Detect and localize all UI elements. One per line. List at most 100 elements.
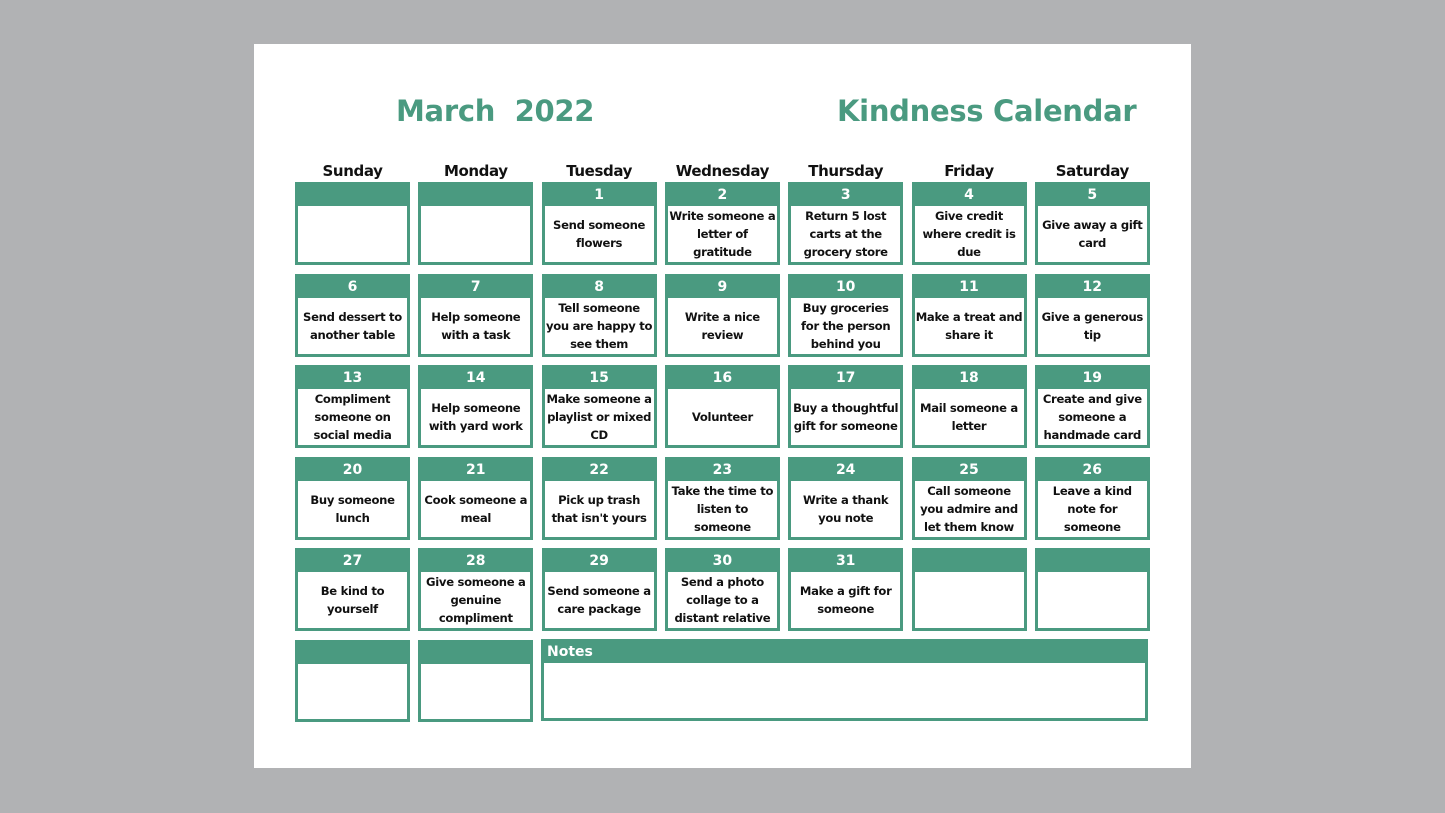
day-number: 7 xyxy=(421,276,531,298)
day-cell[interactable]: 29 Send someone a care package xyxy=(541,548,657,631)
day-number: 1 xyxy=(544,185,654,206)
kindness-activity xyxy=(1038,572,1147,628)
kindness-activity: Buy a thoughtful gift for someone xyxy=(793,401,899,433)
notes-box[interactable]: Notes xyxy=(541,639,1148,721)
day-cell[interactable]: 7 Help someone with a task xyxy=(418,273,534,357)
day-cell[interactable]: 8 Tell someone you are happy to see them xyxy=(541,273,657,357)
kindness-activity: Buy someone lunch xyxy=(310,492,395,525)
day-cell[interactable] xyxy=(418,182,534,265)
day-number: 19 xyxy=(1037,368,1147,389)
kindness-activity: Give away a gift card xyxy=(1042,218,1143,250)
day-cell[interactable]: 20 Buy someone lunch xyxy=(295,456,410,540)
day-number: 27 xyxy=(298,551,407,572)
day-cell[interactable]: 27 Be kind to yourself xyxy=(295,548,410,631)
day-number: 25 xyxy=(914,459,1024,481)
day-number: 26 xyxy=(1037,459,1147,481)
calendar-page: March 2022 Kindness Calendar Sunday Monda… xyxy=(254,44,1191,768)
day-cell[interactable]: 10 Buy groceries for the person behind yo… xyxy=(788,273,904,357)
day-cell[interactable]: 22 Pick up trash that isn't yours xyxy=(541,456,657,540)
notes-label: Notes xyxy=(544,642,1145,663)
day-cell[interactable]: 17 Buy a thoughtful gift for someone xyxy=(788,365,904,448)
day-cell[interactable]: 14 Help someone with yard work xyxy=(418,365,534,448)
day-cell[interactable]: 1 Send someone flowers xyxy=(541,182,657,265)
day-number xyxy=(1037,551,1147,572)
day-number: 12 xyxy=(1037,276,1147,298)
day-cell[interactable]: 4 Give credit where credit is due xyxy=(911,182,1027,265)
day-cell[interactable]: 21 Cook someone a meal xyxy=(418,456,534,540)
kindness-activity: Make someone a playlist or mixed CD xyxy=(546,392,652,442)
weekday-thursday: Thursday xyxy=(808,162,884,180)
kindness-activity: Take the time to listen to someone xyxy=(671,483,774,534)
kindness-activity xyxy=(421,664,530,719)
day-cell[interactable] xyxy=(295,182,410,265)
day-number: 22 xyxy=(544,459,654,481)
day-cell[interactable]: 31 Make a gift for someone xyxy=(788,548,904,631)
day-cell[interactable] xyxy=(418,639,534,722)
day-number xyxy=(421,185,531,206)
day-cell[interactable]: 28 Give someone a genuine compliment xyxy=(418,548,534,631)
day-cell[interactable]: 11 Make a treat and share it xyxy=(911,273,1027,357)
day-cell[interactable]: 12 Give a generous tip xyxy=(1034,273,1150,357)
day-cell[interactable]: 25 Call someone you admire and let them k… xyxy=(911,456,1027,540)
day-number xyxy=(421,642,531,664)
day-cell[interactable]: 19 Create and give someone a handmade car… xyxy=(1034,365,1150,448)
kindness-activity: Create and give someone a handmade card xyxy=(1042,392,1142,442)
kindness-activity: Send dessert to another table xyxy=(303,309,402,342)
kindness-activity: Call someone you admire and let them kno… xyxy=(920,483,1018,534)
kindness-activity xyxy=(915,572,1024,628)
day-number: 8 xyxy=(544,276,654,298)
day-number: 11 xyxy=(914,276,1024,298)
day-cell[interactable]: 16 Volunteer xyxy=(664,365,780,448)
day-cell[interactable] xyxy=(911,548,1027,631)
weekday-monday: Monday xyxy=(443,162,508,180)
day-number: 16 xyxy=(667,368,777,389)
day-number: 18 xyxy=(914,368,1024,389)
day-cell[interactable]: 23 Take the time to listen to someone xyxy=(664,456,780,540)
day-cell[interactable]: 13 Compliment someone on social media xyxy=(295,365,410,448)
kindness-activity xyxy=(421,206,530,262)
day-cell[interactable] xyxy=(1034,548,1150,631)
day-cell[interactable]: 5 Give away a gift card xyxy=(1034,182,1150,265)
day-cell[interactable]: 30 Send a photo collage to a distant rela… xyxy=(664,548,780,631)
day-number: 31 xyxy=(791,551,901,572)
day-cell[interactable]: 9 Write a nice review xyxy=(664,273,780,357)
day-number: 20 xyxy=(298,459,407,481)
kindness-activity: Give credit where credit is due xyxy=(922,209,1016,259)
day-number: 13 xyxy=(298,368,407,389)
kindness-activity: Write a nice review xyxy=(684,309,760,342)
kindness-activity: Mail someone a letter xyxy=(920,401,1018,433)
day-cell[interactable]: 18 Mail someone a letter xyxy=(911,365,1027,448)
kindness-activity: Make a gift for someone xyxy=(799,584,892,616)
day-cell[interactable]: 26 Leave a kind note for someone xyxy=(1034,456,1150,540)
day-cell[interactable]: 24 Write a thank you note xyxy=(788,456,904,540)
day-number: 3 xyxy=(791,185,901,206)
day-cell[interactable]: 3 Return 5 lost carts at the grocery stor… xyxy=(788,182,904,265)
kindness-activity: Be kind to yourself xyxy=(320,584,385,616)
day-cell[interactable]: 2 Write someone a letter of gratitude xyxy=(664,182,780,265)
weekday-wednesday: Wednesday xyxy=(675,162,770,180)
day-number: 2 xyxy=(667,185,777,206)
day-number: 10 xyxy=(791,276,901,298)
day-number: 21 xyxy=(421,459,531,481)
day-number: 29 xyxy=(544,551,654,572)
kindness-activity: Send someone a care package xyxy=(547,584,651,616)
weekday-saturday: Saturday xyxy=(1055,162,1130,180)
day-cell[interactable]: 15 Make someone a playlist or mixed CD xyxy=(541,365,657,448)
day-number xyxy=(914,551,1024,572)
day-number: 24 xyxy=(791,459,901,481)
kindness-activity: Make a treat and share it xyxy=(915,309,1023,342)
weekday-tuesday: Tuesday xyxy=(566,162,632,180)
kindness-activity xyxy=(298,206,407,262)
day-number: 5 xyxy=(1037,185,1147,206)
kindness-activity: Send someone flowers xyxy=(553,218,646,250)
kindness-activity: Give a generous tip xyxy=(1041,309,1144,342)
kindness-activity: Return 5 lost carts at the grocery store xyxy=(803,209,888,259)
day-cell[interactable]: 6 Send dessert to another table xyxy=(295,273,410,357)
day-cell[interactable] xyxy=(295,639,410,722)
day-number: 23 xyxy=(667,459,777,481)
day-number xyxy=(298,185,407,206)
kindness-activity: Write a thank you note xyxy=(803,492,889,525)
kindness-activity: Tell someone you are happy to see them xyxy=(545,300,653,351)
kindness-activity xyxy=(298,664,407,719)
weekday-sunday: Sunday xyxy=(322,162,383,180)
